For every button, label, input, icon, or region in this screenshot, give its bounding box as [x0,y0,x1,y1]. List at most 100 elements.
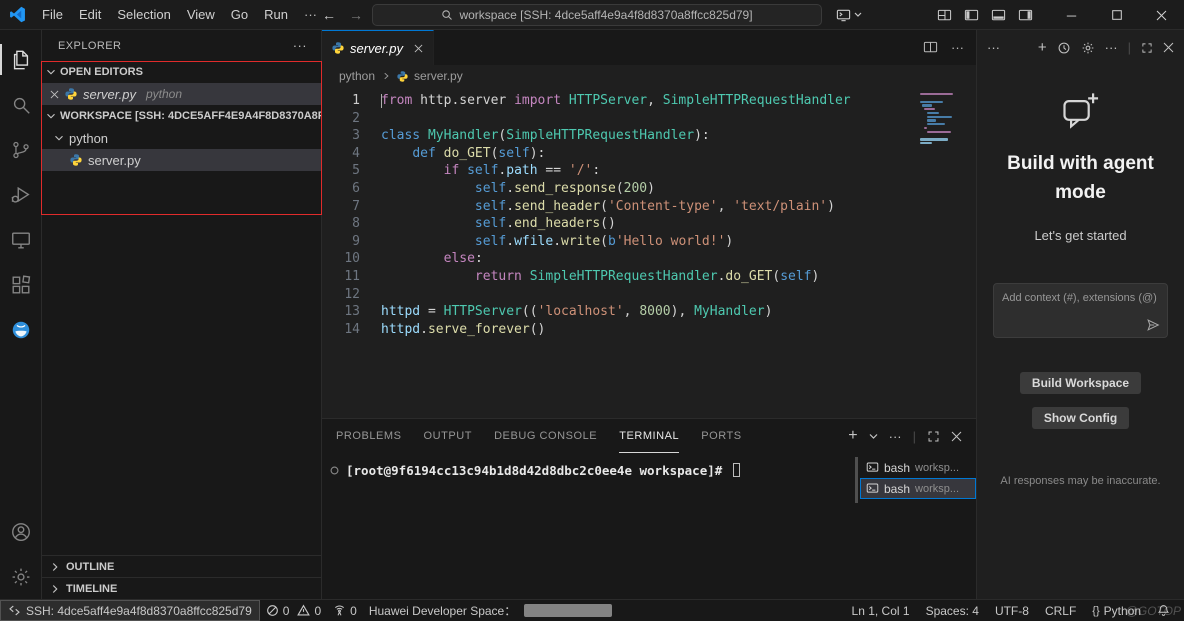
activitybar-huawei-cloud[interactable] [0,307,41,352]
editor-tab-serverpy[interactable]: server.py [322,30,434,65]
activitybar-account[interactable] [0,509,41,554]
breadcrumb-folder[interactable]: python [339,69,375,83]
code-line[interactable]: 12 [322,286,976,304]
code-line[interactable]: 7 self.send_header('Content-type', 'text… [322,198,976,216]
close-window-button[interactable] [1139,0,1184,30]
activitybar-source-control[interactable] [0,127,41,172]
code-line[interactable]: 14httpd.serve_forever() [322,321,976,339]
cursor-position[interactable]: Ln 1, Col 1 [845,600,917,621]
code-line[interactable]: 3class MyHandler(SimpleHTTPRequestHandle… [322,127,976,145]
editor-more-actions-icon[interactable]: ··· [951,40,964,55]
code-line[interactable]: 8 self.end_headers() [322,215,976,233]
explorer-more-actions-icon[interactable]: ··· [293,38,307,53]
activitybar-run-debug[interactable] [0,172,41,217]
open-editor-item[interactable]: server.py python [42,83,321,105]
workspace-section-header[interactable]: WORKSPACE [SSH: 4DCE5AFF4E9A4F8D8370A8FF… [42,105,321,127]
toggle-panel-icon[interactable] [991,8,1006,23]
code-line[interactable]: 6 self.send_response(200) [322,180,976,198]
open-editors-section-header[interactable]: OPEN EDITORS [42,61,321,83]
menu-overflow[interactable]: ··· [296,7,325,22]
activitybar-remote-explorer[interactable] [0,217,41,262]
encoding[interactable]: UTF-8 [988,600,1036,621]
chat-more-actions-icon[interactable]: ··· [1105,40,1118,55]
terminal-content[interactable]: [root@9f6194cc13c94b1d8d42d8dbc2c0ee4e w… [322,453,852,599]
customize-layout-icon[interactable] [937,8,952,23]
bell-icon[interactable] [1157,604,1170,617]
remote-indicator[interactable]: SSH: 4dce5aff4e9a4f8d8370a8ffcc825d79 [0,600,260,621]
tree-folder-python[interactable]: python [42,127,321,149]
code-editor[interactable]: 1from http.server import HTTPServer, Sim… [322,87,976,418]
outline-section-header[interactable]: OUTLINE [42,555,321,577]
toggle-sidebar-icon[interactable] [964,8,979,23]
menu-run[interactable]: Run [256,7,296,22]
indentation[interactable]: Spaces: 4 [919,600,986,621]
minimize-button[interactable]: ─ [1049,0,1094,30]
code-line[interactable]: 10 else: [322,250,976,268]
bash-terminal-icon [866,461,879,474]
code-line[interactable]: 11 return SimpleHTTPRequestHandler.do_GE… [322,268,976,286]
menu-go[interactable]: Go [223,7,256,22]
bash-terminal-icon [866,482,879,495]
new-chat-icon[interactable]: + [1038,39,1047,56]
new-terminal-icon[interactable]: + [848,427,857,445]
panel-more-actions-icon[interactable]: ··· [889,429,902,444]
panel-tab-ports[interactable]: PORTS [701,419,741,453]
code-line[interactable]: 2 [322,110,976,128]
menu-file[interactable]: File [34,7,71,22]
close-icon[interactable] [414,44,423,53]
gear-icon[interactable] [1081,41,1095,55]
terminal-list-item[interactable]: bash worksp... [860,478,976,499]
maximize-button[interactable] [1094,0,1139,30]
tree-file-serverpy[interactable]: server.py [42,149,321,171]
huawei-devspace-status[interactable]: Huawei Developer Space： [363,600,618,621]
panel-tab-problems[interactable]: PROBLEMS [336,419,402,453]
chat-input[interactable]: Add context (#), extensions (@) [993,283,1168,338]
minimap-line [927,119,937,121]
close-chat-icon[interactable] [1163,42,1174,53]
terminal-list-item[interactable]: bash worksp... [860,457,976,478]
build-workspace-button[interactable]: Build Workspace [1020,372,1141,394]
split-editor-icon[interactable] [923,40,938,55]
minimap[interactable] [920,93,962,146]
error-count: 0 [283,604,290,618]
breadcrumb-file[interactable]: server.py [414,69,463,83]
close-panel-icon[interactable] [951,431,962,442]
chat-overflow-icon[interactable]: ··· [987,40,1000,55]
language-mode[interactable]: {} Python [1085,600,1148,621]
ports-count: 0 [350,604,357,618]
menu-view[interactable]: View [179,7,223,22]
code-line[interactable]: 13httpd = HTTPServer(('localhost', 8000)… [322,303,976,321]
python-file-icon [332,42,344,54]
code-line[interactable]: 1from http.server import HTTPServer, Sim… [322,92,976,110]
ports-status[interactable]: 0 [327,600,363,621]
panel-tab-output[interactable]: OUTPUT [424,419,473,453]
eol-sequence[interactable]: CRLF [1038,600,1083,621]
close-icon[interactable] [50,90,59,99]
expand-chat-icon[interactable] [1141,42,1153,54]
activitybar-explorer[interactable] [0,37,41,82]
history-icon[interactable] [1057,41,1071,55]
maximize-panel-icon[interactable] [927,430,940,443]
menu-edit[interactable]: Edit [71,7,109,22]
activitybar-search[interactable] [0,82,41,127]
show-config-button[interactable]: Show Config [1032,407,1129,429]
remote-explorer-icon [10,229,32,251]
panel-tab-debug-console[interactable]: DEBUG CONSOLE [494,419,597,453]
activitybar-extensions[interactable] [0,262,41,307]
timeline-section-header[interactable]: TIMELINE [42,577,321,599]
activitybar-settings[interactable] [0,554,41,599]
toggle-secondary-sidebar-icon[interactable] [1018,8,1033,23]
problems-status[interactable]: 0 0 [260,600,327,621]
back-icon[interactable]: ← [322,7,336,23]
code-line[interactable]: 4 def do_GET(self): [322,145,976,163]
menu-selection[interactable]: Selection [109,7,178,22]
send-icon[interactable] [1146,318,1160,332]
command-center[interactable]: workspace [SSH: 4dce5aff4e9a4f8d8370a8ff… [372,4,822,26]
terminal-scrollbar[interactable] [852,453,860,599]
code-line[interactable]: 5 if self.path == '/': [322,162,976,180]
chevron-down-icon[interactable] [869,433,878,440]
panel-tab-terminal[interactable]: TERMINAL [619,419,679,453]
forward-icon[interactable]: → [349,7,363,23]
launch-profile-control[interactable] [836,0,862,30]
code-line[interactable]: 9 self.wfile.write(b'Hello world!') [322,233,976,251]
